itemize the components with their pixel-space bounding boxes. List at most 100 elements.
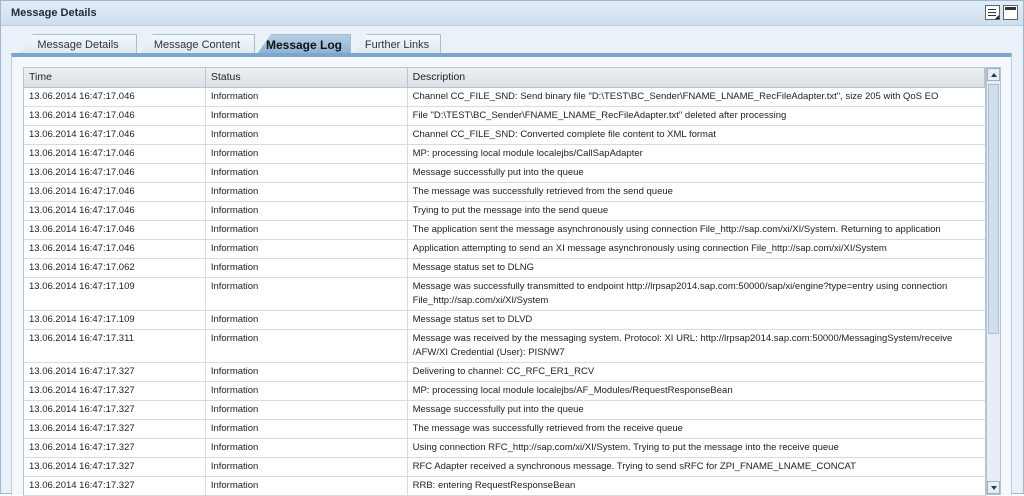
scrollbar-thumb[interactable]: [988, 84, 999, 334]
status-cell: Information: [206, 401, 408, 419]
minimize-icon[interactable]: [1003, 5, 1018, 20]
description-cell: The application sent the message asynchr…: [412, 224, 941, 235]
time-cell: 13.06.2014 16:47:17.109: [24, 311, 206, 329]
time-cell: 13.06.2014 16:47:17.046: [24, 183, 206, 201]
time-cell: 13.06.2014 16:47:17.327: [24, 477, 206, 495]
window-title: Message Details: [11, 7, 97, 19]
table-row[interactable]: 13.06.2014 16:47:17.046 Information Channe…: [24, 88, 985, 107]
time-cell: 13.06.2014 16:47:17.046: [24, 145, 206, 163]
time-cell: 13.06.2014 16:47:17.046: [24, 221, 206, 239]
table-row[interactable]: 13.06.2014 16:47:17.327 Information MP: pr…: [24, 382, 985, 401]
table-row[interactable]: 13.06.2014 16:47:17.327 Information Messag…: [24, 401, 985, 420]
description-cell: Trying to put the message into the send …: [412, 205, 609, 216]
time-cell: 13.06.2014 16:47:17.109: [24, 278, 206, 310]
status-cell: Information: [206, 363, 408, 381]
status-cell: Information: [206, 382, 408, 400]
table-row[interactable]: 13.06.2014 16:47:17.327 Information Delive…: [24, 363, 985, 382]
time-cell: 13.06.2014 16:47:17.046: [24, 107, 206, 125]
status-cell: Information: [206, 477, 408, 495]
table-row[interactable]: 13.06.2014 16:47:17.327 Information RRB: e…: [24, 477, 985, 496]
tab-message-content[interactable]: Message Content: [139, 34, 255, 54]
description-cell: Message successfully put into the queue: [412, 404, 584, 415]
status-cell: Information: [206, 183, 408, 201]
table-row[interactable]: 13.06.2014 16:47:17.046 Information Trying…: [24, 202, 985, 221]
table-row[interactable]: 13.06.2014 16:47:17.046 Information Applic…: [24, 240, 985, 259]
time-cell: 13.06.2014 16:47:17.327: [24, 439, 206, 457]
time-cell: 13.06.2014 16:47:17.327: [24, 401, 206, 419]
description-cell: RRB: entering RequestResponseBean: [412, 480, 576, 491]
status-cell: Information: [206, 420, 408, 438]
table-row[interactable]: 13.06.2014 16:47:17.327 Information RFC Ad…: [24, 458, 985, 477]
time-cell: 13.06.2014 16:47:17.327: [24, 458, 206, 476]
table-row[interactable]: 13.06.2014 16:47:17.046 Information File "…: [24, 107, 985, 126]
status-cell: Information: [206, 240, 408, 258]
message-log-table: Time Status Description 13.06.2014 16:47…: [23, 67, 986, 496]
status-cell: Information: [206, 88, 408, 106]
description-cell: Using connection RFC_http://sap.com/xi/X…: [412, 442, 839, 453]
description-cell: File "D:\TEST\BC_Sender\FNAME_LNAME_RecF…: [412, 110, 787, 121]
window-titlebar: Message Details: [1, 1, 1023, 26]
table-row[interactable]: 13.06.2014 16:47:17.327 Information Using …: [24, 439, 985, 458]
description-cell: Message was received by the messaging sy…: [412, 333, 953, 358]
table-row[interactable]: 13.06.2014 16:47:17.062 Information Messag…: [24, 259, 985, 278]
description-cell: Application attempting to send an XI mes…: [412, 243, 887, 254]
description-cell: Message status set to DLVD: [412, 314, 533, 325]
status-cell: Information: [206, 107, 408, 125]
message-details-window: Message Details Message Details Message …: [0, 0, 1024, 496]
description-cell: The message was successfully retrieved f…: [412, 423, 683, 434]
status-cell: Information: [206, 278, 408, 310]
column-header-time[interactable]: Time: [24, 68, 206, 87]
time-cell: 13.06.2014 16:47:17.327: [24, 382, 206, 400]
description-cell: MP: processing local module localejbs/AF…: [412, 385, 733, 396]
description-cell: Channel CC_FILE_SND: Converted complete …: [412, 129, 716, 140]
tab-strip: Message Details Message Content Message …: [19, 34, 443, 54]
time-cell: 13.06.2014 16:47:17.046: [24, 202, 206, 220]
column-header-status[interactable]: Status: [206, 68, 408, 87]
table-row[interactable]: 13.06.2014 16:47:17.046 Information The ap…: [24, 221, 985, 240]
time-cell: 13.06.2014 16:47:17.046: [24, 240, 206, 258]
status-cell: Information: [206, 202, 408, 220]
tab-message-log[interactable]: Message Log: [257, 34, 351, 54]
status-cell: Information: [206, 330, 408, 362]
time-cell: 13.06.2014 16:47:17.062: [24, 259, 206, 277]
table-row[interactable]: 13.06.2014 16:47:17.109 Information Messag…: [24, 311, 985, 330]
status-cell: Information: [206, 221, 408, 239]
time-cell: 13.06.2014 16:47:17.046: [24, 88, 206, 106]
description-cell: Channel CC_FILE_SND: Send binary file "D…: [412, 91, 939, 102]
description-cell: Message status set to DLNG: [412, 262, 535, 273]
scroll-up-button[interactable]: [987, 68, 1000, 81]
table-header: Time Status Description: [24, 68, 985, 88]
column-header-description[interactable]: Description: [408, 68, 985, 87]
table-row[interactable]: 13.06.2014 16:47:17.109 Information Messag…: [24, 278, 985, 311]
table-body: 13.06.2014 16:47:17.046 Information Channe…: [24, 88, 985, 496]
description-cell: Message successfully put into the queue: [412, 167, 584, 178]
description-cell: MP: processing local module localejbs/Ca…: [412, 148, 643, 159]
table-row[interactable]: 13.06.2014 16:47:17.327 Information The me…: [24, 420, 985, 439]
description-cell: The message was successfully retrieved f…: [412, 186, 673, 197]
scroll-down-button[interactable]: [987, 481, 1000, 494]
status-cell: Information: [206, 259, 408, 277]
vertical-scrollbar[interactable]: [986, 67, 1001, 495]
table-row[interactable]: 13.06.2014 16:47:17.046 Information The me…: [24, 183, 985, 202]
time-cell: 13.06.2014 16:47:17.311: [24, 330, 206, 362]
status-cell: Information: [206, 126, 408, 144]
status-cell: Information: [206, 439, 408, 457]
table-row[interactable]: 13.06.2014 16:47:17.311 Information Messag…: [24, 330, 985, 363]
status-cell: Information: [206, 145, 408, 163]
status-cell: Information: [206, 164, 408, 182]
time-cell: 13.06.2014 16:47:17.046: [24, 126, 206, 144]
description-cell: Delivering to channel: CC_RFC_ER1_RCV: [412, 366, 595, 377]
status-cell: Information: [206, 311, 408, 329]
table-row[interactable]: 13.06.2014 16:47:17.046 Information Channe…: [24, 126, 985, 145]
status-cell: Information: [206, 458, 408, 476]
table-row[interactable]: 13.06.2014 16:47:17.046 Information MP: pr…: [24, 145, 985, 164]
table-row[interactable]: 13.06.2014 16:47:17.046 Information Messag…: [24, 164, 985, 183]
time-cell: 13.06.2014 16:47:17.046: [24, 164, 206, 182]
description-cell: Message was successfully transmitted to …: [412, 281, 948, 306]
tab-further-links[interactable]: Further Links: [353, 34, 441, 54]
time-cell: 13.06.2014 16:47:17.327: [24, 363, 206, 381]
description-cell: RFC Adapter received a synchronous messa…: [412, 461, 856, 472]
tab-message-details[interactable]: Message Details: [19, 34, 137, 54]
menu-icon[interactable]: [985, 5, 1000, 20]
time-cell: 13.06.2014 16:47:17.327: [24, 420, 206, 438]
